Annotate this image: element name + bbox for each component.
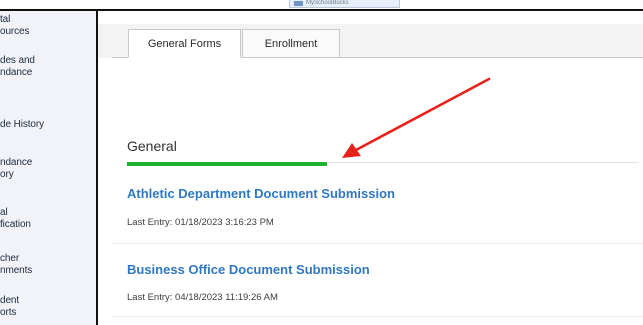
list-divider: [112, 316, 643, 317]
sidebar-item-label: de History: [0, 119, 45, 130]
sidebar-item-label: ndance: [0, 157, 33, 168]
sidebar-item-teacher-assignments[interactable]: cher nments: [0, 253, 92, 277]
sidebar-item-label: tal: [0, 14, 11, 25]
main-content: General Forms Enrollment General Athleti…: [98, 11, 643, 325]
tab-label: General Forms: [147, 38, 222, 50]
tab-enrollment[interactable]: Enrollment: [242, 29, 340, 58]
section-title: General: [127, 138, 177, 154]
sidebar-item-attendance-history[interactable]: ndance ory: [0, 157, 92, 181]
tab-label: Enrollment: [264, 38, 318, 50]
sidebar-item-label: ory: [0, 169, 14, 180]
sidebar-item-label: ndance: [0, 67, 33, 78]
sidebar: tal ources des and ndance de History nda…: [0, 11, 98, 325]
section-accent-bar: [127, 162, 327, 166]
sidebar-item-email-notification[interactable]: al fication: [0, 207, 92, 231]
sidebar-item-label: dent: [0, 295, 20, 306]
sidebar-item-label: al: [0, 207, 8, 218]
app-logo-icon: [294, 1, 303, 6]
sidebar-item-label: nments: [0, 265, 33, 276]
app-badge: MySchoolBucks: [289, 0, 400, 8]
athletic-document-link[interactable]: Athletic Department Document Submission: [127, 186, 395, 201]
sidebar-item-student-reports[interactable]: dent orts: [0, 295, 92, 319]
sidebar-item-grades-attendance[interactable]: des and ndance: [0, 55, 92, 79]
sidebar-item-grade-history[interactable]: de History: [0, 119, 92, 131]
business-office-document-link[interactable]: Business Office Document Submission: [127, 262, 370, 277]
sidebar-item-label: des and: [0, 55, 35, 66]
athletic-last-entry: Last Entry: 01/18/2023 3:16:23 PM: [127, 217, 274, 228]
sidebar-item-digital-resources[interactable]: tal ources: [0, 14, 92, 38]
sidebar-item-label: cher: [0, 253, 20, 264]
sidebar-item-label: ources: [0, 26, 30, 37]
tab-general-forms[interactable]: General Forms: [128, 29, 241, 58]
sidebar-item-label: orts: [0, 307, 17, 318]
app-badge-label: MySchoolBucks: [306, 0, 349, 6]
list-divider: [112, 243, 643, 244]
business-office-last-entry: Last Entry: 04/18/2023 11:19:26 AM: [127, 292, 278, 303]
sidebar-item-label: fication: [0, 219, 31, 230]
